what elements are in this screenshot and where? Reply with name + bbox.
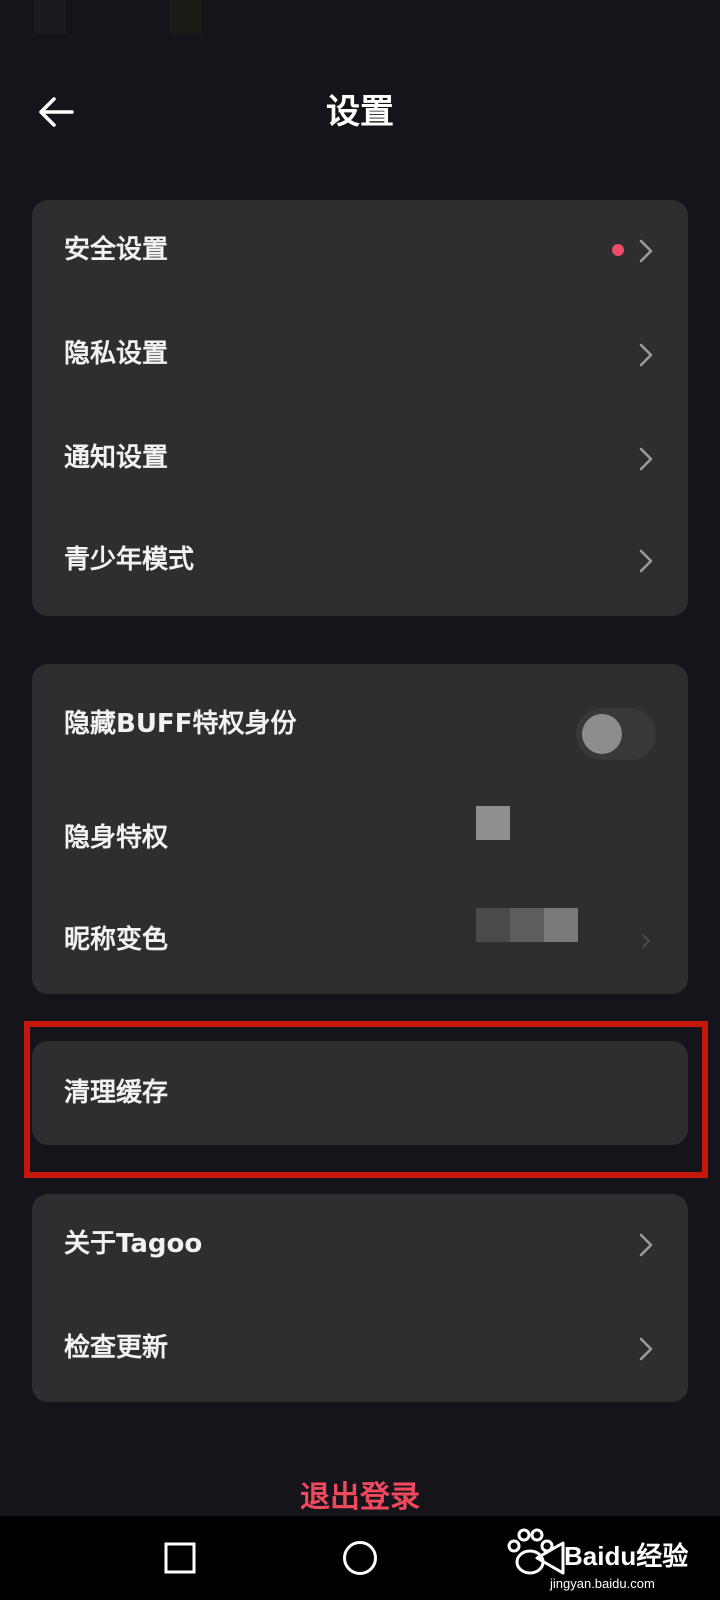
row-invisible-privilege[interactable]: 隐身特权: [32, 788, 688, 888]
row-about-tagoo[interactable]: 关于Tagoo: [32, 1194, 688, 1294]
row-label: 检查更新: [64, 1333, 169, 1363]
baidu-watermark: Baidu经验 jingyan.baidu.com: [500, 1520, 690, 1598]
page-title: 设置: [326, 92, 394, 132]
highlight-box: [24, 1021, 708, 1178]
baidu-paw-icon: [507, 1528, 554, 1575]
notification-dot: [612, 244, 624, 256]
watermark-subtext: jingyan.baidu.com: [550, 1576, 655, 1591]
chevron-right-icon: [634, 548, 658, 574]
status-bar: [34, 0, 204, 34]
header: 设置: [0, 70, 720, 154]
settings-group-about: 关于Tagoo 检查更新: [32, 1194, 688, 1402]
row-label: 昵称变色: [64, 925, 169, 955]
row-nickname-color[interactable]: 昵称变色: [32, 890, 688, 990]
blurred-value: [476, 806, 510, 840]
row-label: 隐藏BUFF特权身份: [64, 709, 297, 739]
recent-apps-icon: [164, 1542, 196, 1574]
watermark-text: Baidu经验: [564, 1541, 689, 1571]
settings-group-privileges: 隐藏BUFF特权身份 隐身特权 昵称变色: [32, 664, 688, 994]
blurred-value: [544, 908, 578, 942]
chevron-right-icon: [634, 928, 658, 954]
chevron-right-icon: [634, 1336, 658, 1362]
row-security-settings[interactable]: 安全设置: [32, 200, 688, 300]
row-teen-mode[interactable]: 青少年模式: [32, 510, 688, 610]
row-hide-buff-identity: 隐藏BUFF特权身份: [32, 674, 688, 774]
chevron-right-icon: [634, 446, 658, 472]
row-check-update[interactable]: 检查更新: [32, 1298, 688, 1398]
home-button[interactable]: [330, 1528, 390, 1588]
row-label: 关于Tagoo: [64, 1229, 203, 1259]
chevron-right-icon: [634, 342, 658, 368]
chevron-right-icon: [634, 1232, 658, 1258]
row-notification-settings[interactable]: 通知设置: [32, 408, 688, 508]
recent-apps-button[interactable]: [150, 1528, 210, 1588]
home-icon: [343, 1541, 377, 1575]
toggle-knob: [582, 714, 622, 754]
back-arrow-icon: [39, 97, 74, 127]
blurred-value: [510, 908, 544, 942]
row-label: 隐私设置: [64, 339, 169, 369]
settings-group-primary: 安全设置 隐私设置 通知设置 青少年模式: [32, 200, 688, 616]
blurred-value: [476, 908, 510, 942]
hide-identity-toggle[interactable]: [576, 708, 656, 760]
row-label: 隐身特权: [64, 823, 169, 853]
back-button[interactable]: [30, 86, 82, 138]
row-label: 安全设置: [64, 235, 169, 265]
chevron-right-icon: [634, 238, 658, 264]
row-label: 通知设置: [64, 443, 169, 473]
row-privacy-settings[interactable]: 隐私设置: [32, 304, 688, 404]
row-label: 青少年模式: [64, 545, 195, 575]
